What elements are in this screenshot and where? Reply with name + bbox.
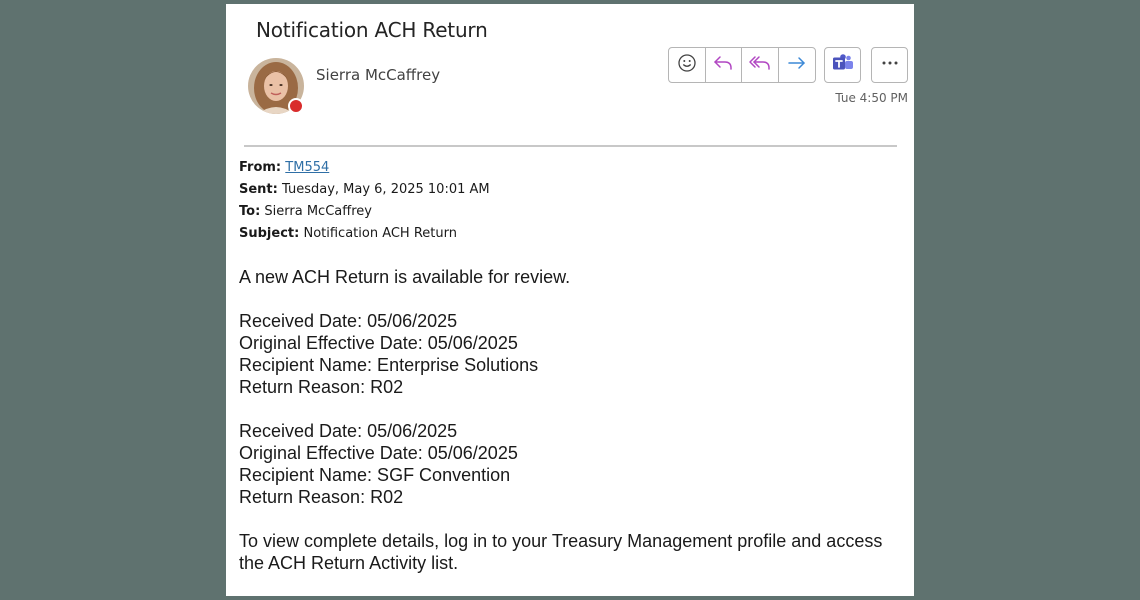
smiley-icon bbox=[677, 53, 697, 78]
subject-line: Subject: Notification ACH Return bbox=[239, 223, 490, 245]
more-actions-button[interactable] bbox=[871, 47, 908, 83]
more-icon bbox=[880, 53, 900, 78]
return-1-return-reason: Return Reason: R02 bbox=[239, 377, 404, 397]
message-actions-toolbar bbox=[668, 47, 816, 83]
subject-value: Notification ACH Return bbox=[303, 226, 457, 241]
to-label: To: bbox=[239, 204, 261, 219]
reply-all-button[interactable] bbox=[742, 48, 779, 82]
message-body: A new ACH Return is available for review… bbox=[239, 266, 909, 574]
intro-text: A new ACH Return is available for review… bbox=[239, 267, 571, 287]
from-line: From: TM554 bbox=[239, 157, 490, 179]
header-divider bbox=[244, 145, 897, 147]
forward-button[interactable] bbox=[779, 48, 816, 82]
teams-chat-button[interactable] bbox=[824, 47, 861, 83]
presence-busy-badge bbox=[288, 98, 304, 114]
forwarded-headers: From: TM554 Sent: Tuesday, May 6, 2025 1… bbox=[239, 157, 490, 245]
teams-icon bbox=[832, 53, 854, 78]
sender-name[interactable]: Sierra McCaffrey bbox=[316, 66, 440, 84]
reply-all-icon bbox=[748, 53, 772, 78]
return-2-received-date: Received Date: 05/06/2025 bbox=[239, 421, 458, 441]
from-link[interactable]: TM554 bbox=[285, 160, 329, 175]
subject-label: Subject: bbox=[239, 226, 300, 241]
reply-icon bbox=[712, 53, 734, 78]
return-2-original-effective-date: Original Effective Date: 05/06/2025 bbox=[239, 443, 518, 463]
return-1-recipient-name: Recipient Name: Enterprise Solutions bbox=[239, 355, 539, 375]
sent-value: Tuesday, May 6, 2025 10:01 AM bbox=[282, 182, 490, 197]
forward-icon bbox=[786, 53, 808, 78]
sent-line: Sent: Tuesday, May 6, 2025 10:01 AM bbox=[239, 179, 490, 201]
emoji-reaction-button[interactable] bbox=[669, 48, 706, 82]
message-title: Notification ACH Return bbox=[256, 18, 488, 42]
email-reading-pane: Notification ACH Return Sierra McCaffrey bbox=[226, 4, 914, 596]
return-1-received-date: Received Date: 05/06/2025 bbox=[239, 311, 458, 331]
reply-button[interactable] bbox=[706, 48, 742, 82]
return-2-return-reason: Return Reason: R02 bbox=[239, 487, 404, 507]
from-label: From: bbox=[239, 160, 282, 175]
received-timestamp: Tue 4:50 PM bbox=[835, 91, 908, 105]
closing-text: To view complete details, log in to your… bbox=[239, 531, 883, 573]
sent-label: Sent: bbox=[239, 182, 278, 197]
to-line: To: Sierra McCaffrey bbox=[239, 201, 490, 223]
return-1-original-effective-date: Original Effective Date: 05/06/2025 bbox=[239, 333, 518, 353]
to-value: Sierra McCaffrey bbox=[264, 204, 372, 219]
return-2-recipient-name: Recipient Name: SGF Convention bbox=[239, 465, 511, 485]
